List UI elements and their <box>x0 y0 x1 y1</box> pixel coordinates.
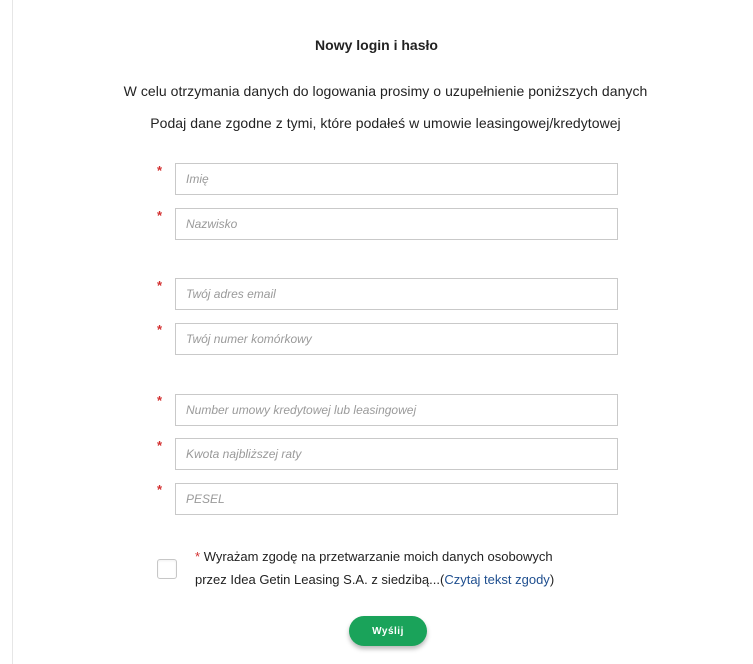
consent-checkbox[interactable] <box>157 559 177 579</box>
required-marker: * <box>157 208 163 223</box>
consent-text: * Wyrażam zgodę na przetwarzanie moich d… <box>195 545 635 591</box>
required-marker: * <box>157 322 163 337</box>
form-title: Nowy login i hasło <box>315 37 438 53</box>
pesel-input[interactable] <box>175 483 618 515</box>
page-left-divider <box>12 0 13 664</box>
contract-number-input[interactable] <box>175 394 618 426</box>
consent-line-2-suffix: ) <box>549 572 555 587</box>
required-marker: * <box>157 482 163 497</box>
next-installment-input[interactable] <box>175 438 618 470</box>
submit-button[interactable]: Wyślij <box>349 616 427 646</box>
required-marker: * <box>195 549 201 564</box>
email-input[interactable] <box>175 278 618 310</box>
required-marker: * <box>157 438 163 453</box>
required-marker: * <box>157 163 163 178</box>
phone-input[interactable] <box>175 323 618 355</box>
intro-text: W celu otrzymania danych do logowania pr… <box>123 83 648 99</box>
first-name-input[interactable] <box>175 163 618 195</box>
required-marker: * <box>157 278 163 293</box>
consent-line-2: przez Idea Getin Leasing S.A. z siedzibą… <box>195 572 445 587</box>
consent-read-link[interactable]: Czytaj tekst zgody <box>444 572 550 587</box>
consent-line-1: Wyrażam zgodę na przetwarzanie moich dan… <box>203 549 553 564</box>
last-name-input[interactable] <box>175 208 618 240</box>
required-marker: * <box>157 393 163 408</box>
intro-subtext: Podaj dane zgodne z tymi, które podałeś … <box>150 115 621 131</box>
